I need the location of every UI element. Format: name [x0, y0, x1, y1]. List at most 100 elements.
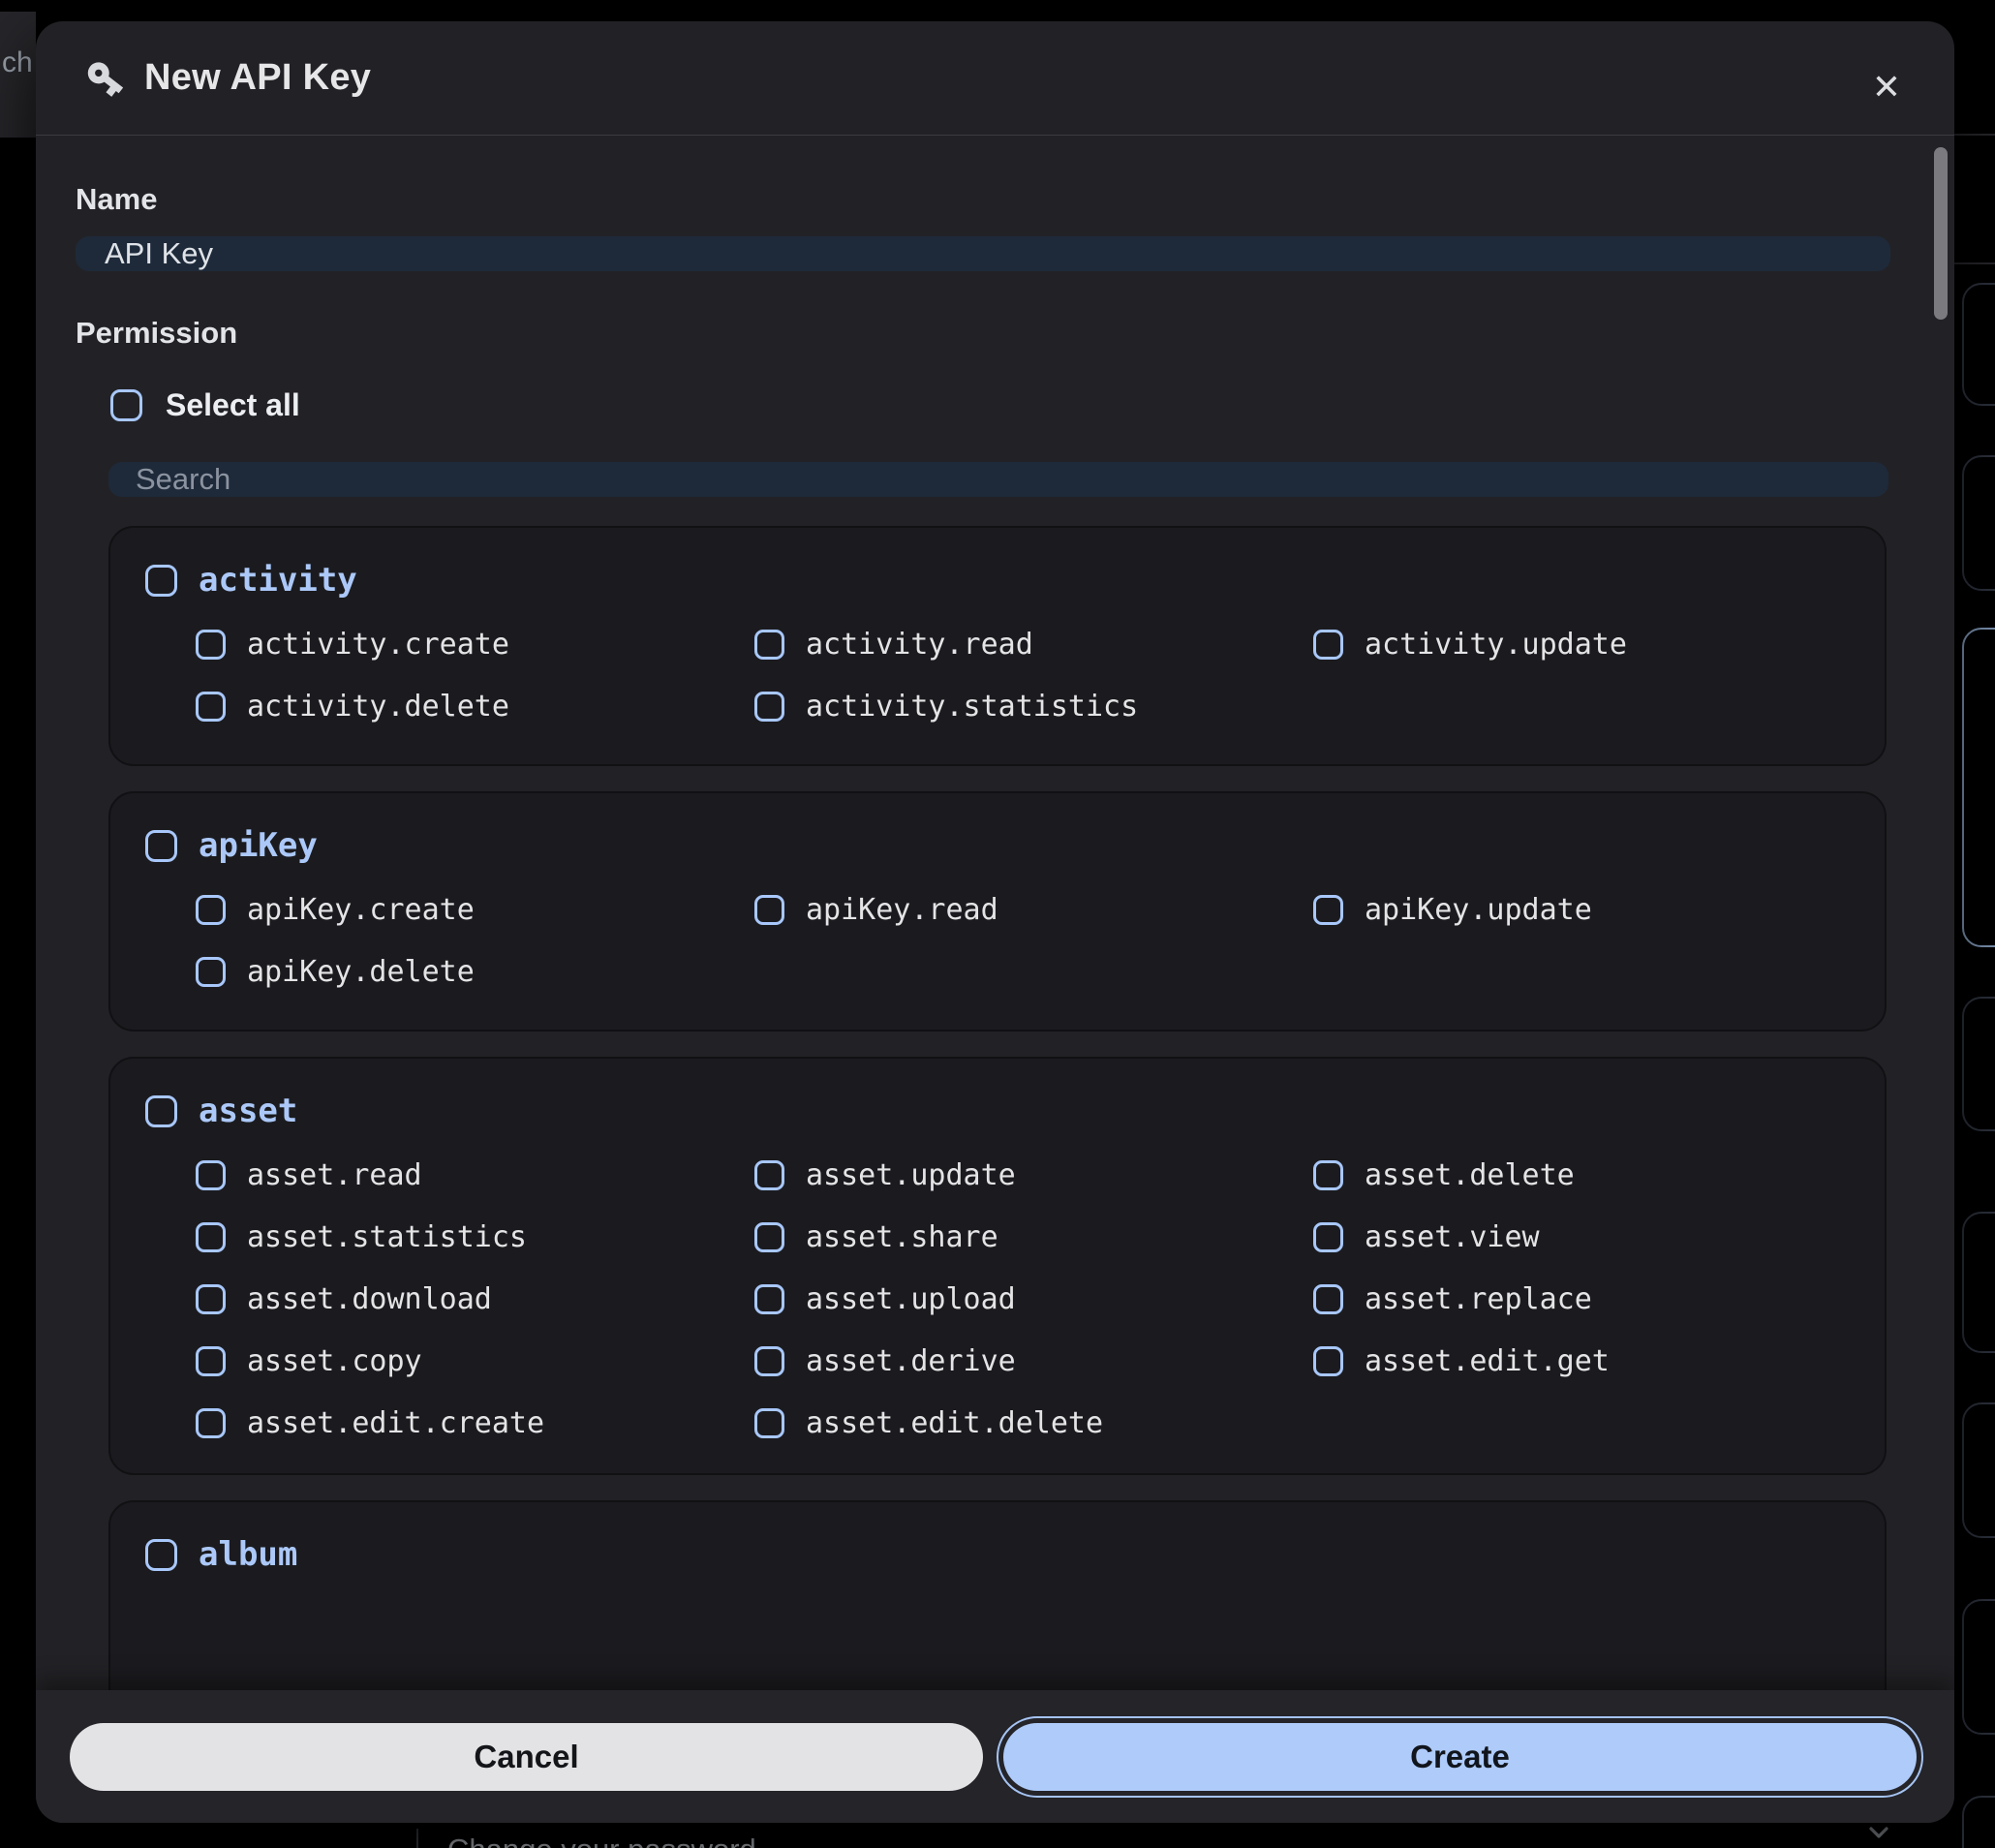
permission-name: activity.delete: [247, 690, 509, 724]
permission-item[interactable]: asset.edit.create: [196, 1403, 754, 1442]
permission-item[interactable]: asset.copy: [196, 1341, 754, 1380]
permission-item[interactable]: asset.delete: [1313, 1155, 1850, 1194]
background-card: [1962, 1402, 1995, 1538]
permission-checkbox[interactable]: [754, 895, 784, 925]
permission-item[interactable]: activity.read: [754, 625, 1313, 663]
permission-group: activity activity.create activity.read a…: [108, 526, 1887, 766]
permission-checkbox[interactable]: [754, 1408, 784, 1438]
background-divider: [416, 1829, 418, 1848]
permission-name: asset.edit.delete: [806, 1406, 1103, 1440]
scrollbar-thumb[interactable]: [1934, 147, 1948, 320]
permission-item[interactable]: asset.download: [196, 1279, 754, 1318]
permission-name: asset.edit.create: [247, 1406, 544, 1440]
search-input[interactable]: [108, 462, 1888, 497]
permission-group: apiKey apiKey.create apiKey.read apiKey.…: [108, 791, 1887, 1032]
permission-item[interactable]: activity.create: [196, 625, 754, 663]
select-all-checkbox[interactable]: [110, 389, 142, 421]
group-label: asset: [199, 1092, 297, 1130]
permission-grid: apiKey.create apiKey.read apiKey.update …: [196, 890, 1850, 991]
permission-item[interactable]: asset.edit.delete: [754, 1403, 1313, 1442]
background-card: [1962, 1212, 1995, 1353]
permission-checkbox[interactable]: [1313, 1160, 1343, 1190]
permission-checkbox[interactable]: [1313, 1284, 1343, 1314]
permission-name: asset.update: [806, 1158, 1016, 1192]
group-checkbox[interactable]: [145, 1095, 177, 1127]
group-header: apiKey: [145, 826, 1850, 865]
permission-name: activity.statistics: [806, 690, 1138, 724]
permission-item[interactable]: asset.replace: [1313, 1279, 1850, 1318]
permission-item[interactable]: activity.statistics: [754, 687, 1313, 725]
permission-group: asset asset.read asset.update asset.dele…: [108, 1057, 1887, 1475]
permission-checkbox[interactable]: [1313, 1222, 1343, 1252]
permission-item[interactable]: activity.delete: [196, 687, 754, 725]
group-label: activity: [199, 561, 357, 600]
group-checkbox[interactable]: [145, 830, 177, 862]
permission-checkbox[interactable]: [196, 1284, 226, 1314]
permission-name: apiKey.update: [1365, 893, 1592, 927]
permission-name: asset.download: [247, 1282, 492, 1316]
permission-item[interactable]: asset.upload: [754, 1279, 1313, 1318]
permission-item[interactable]: asset.share: [754, 1217, 1313, 1256]
create-button-focus-ring: Create: [997, 1716, 1923, 1798]
key-icon: [76, 48, 136, 108]
permission-name: asset.derive: [806, 1344, 1016, 1378]
close-button[interactable]: ✕: [1865, 66, 1908, 108]
permission-group: album: [108, 1500, 1887, 1690]
permission-name: apiKey.create: [247, 893, 475, 927]
permission-checkbox[interactable]: [196, 957, 226, 987]
background-card: [1962, 283, 1995, 406]
name-input[interactable]: [76, 236, 1890, 271]
permission-checkbox[interactable]: [754, 1346, 784, 1376]
permission-checkbox[interactable]: [1313, 1346, 1343, 1376]
permission-item[interactable]: asset.derive: [754, 1341, 1313, 1380]
group-label: apiKey: [199, 826, 318, 865]
permission-checkbox[interactable]: [754, 1160, 784, 1190]
permission-name: asset.read: [247, 1158, 422, 1192]
permission-item[interactable]: asset.view: [1313, 1217, 1850, 1256]
group-label: album: [199, 1535, 297, 1574]
permission-checkbox[interactable]: [754, 630, 784, 660]
permission-checkbox[interactable]: [196, 692, 226, 722]
permission-item[interactable]: asset.statistics: [196, 1217, 754, 1256]
permission-item[interactable]: asset.edit.get: [1313, 1341, 1850, 1380]
permission-name: asset.statistics: [247, 1220, 527, 1254]
permission-item[interactable]: apiKey.delete: [196, 952, 754, 991]
permission-checkbox[interactable]: [196, 1160, 226, 1190]
permission-item[interactable]: apiKey.read: [754, 890, 1313, 929]
permission-checkbox[interactable]: [196, 630, 226, 660]
group-header: album: [145, 1535, 1850, 1574]
group-checkbox[interactable]: [145, 1539, 177, 1571]
permission-name: asset.copy: [247, 1344, 422, 1378]
create-button[interactable]: Create: [1003, 1723, 1917, 1791]
permission-name: asset.delete: [1365, 1158, 1575, 1192]
group-header: activity: [145, 561, 1850, 600]
permission-item[interactable]: asset.read: [196, 1155, 754, 1194]
select-all-row[interactable]: Select all: [110, 387, 1915, 423]
group-checkbox[interactable]: [145, 565, 177, 597]
dialog-footer: Cancel Create: [36, 1690, 1954, 1823]
cancel-button[interactable]: Cancel: [70, 1723, 983, 1791]
permission-item[interactable]: apiKey.update: [1313, 890, 1850, 929]
permission-item[interactable]: apiKey.create: [196, 890, 754, 929]
name-label: Name: [76, 182, 1915, 217]
permission-name: activity.update: [1365, 628, 1627, 662]
permission-checkbox[interactable]: [196, 1346, 226, 1376]
permission-name: apiKey.delete: [247, 955, 475, 989]
permission-checkbox[interactable]: [754, 1284, 784, 1314]
permission-checkbox[interactable]: [196, 1408, 226, 1438]
permission-checkbox[interactable]: [1313, 630, 1343, 660]
permission-item[interactable]: asset.update: [754, 1155, 1313, 1194]
background-card: [1962, 1599, 1995, 1735]
permission-name: activity.read: [806, 628, 1033, 662]
permission-name: asset.edit.get: [1365, 1344, 1610, 1378]
dialog-title: New API Key: [144, 57, 371, 99]
permission-checkbox[interactable]: [754, 1222, 784, 1252]
permission-checkbox[interactable]: [1313, 895, 1343, 925]
permission-checkbox[interactable]: [196, 1222, 226, 1252]
background-right-edge: [1954, 0, 1995, 1848]
permission-item[interactable]: activity.update: [1313, 625, 1850, 663]
permission-grid: activity.create activity.read activity.u…: [196, 625, 1850, 725]
permission-name: apiKey.read: [806, 893, 998, 927]
permission-checkbox[interactable]: [754, 692, 784, 722]
permission-checkbox[interactable]: [196, 895, 226, 925]
